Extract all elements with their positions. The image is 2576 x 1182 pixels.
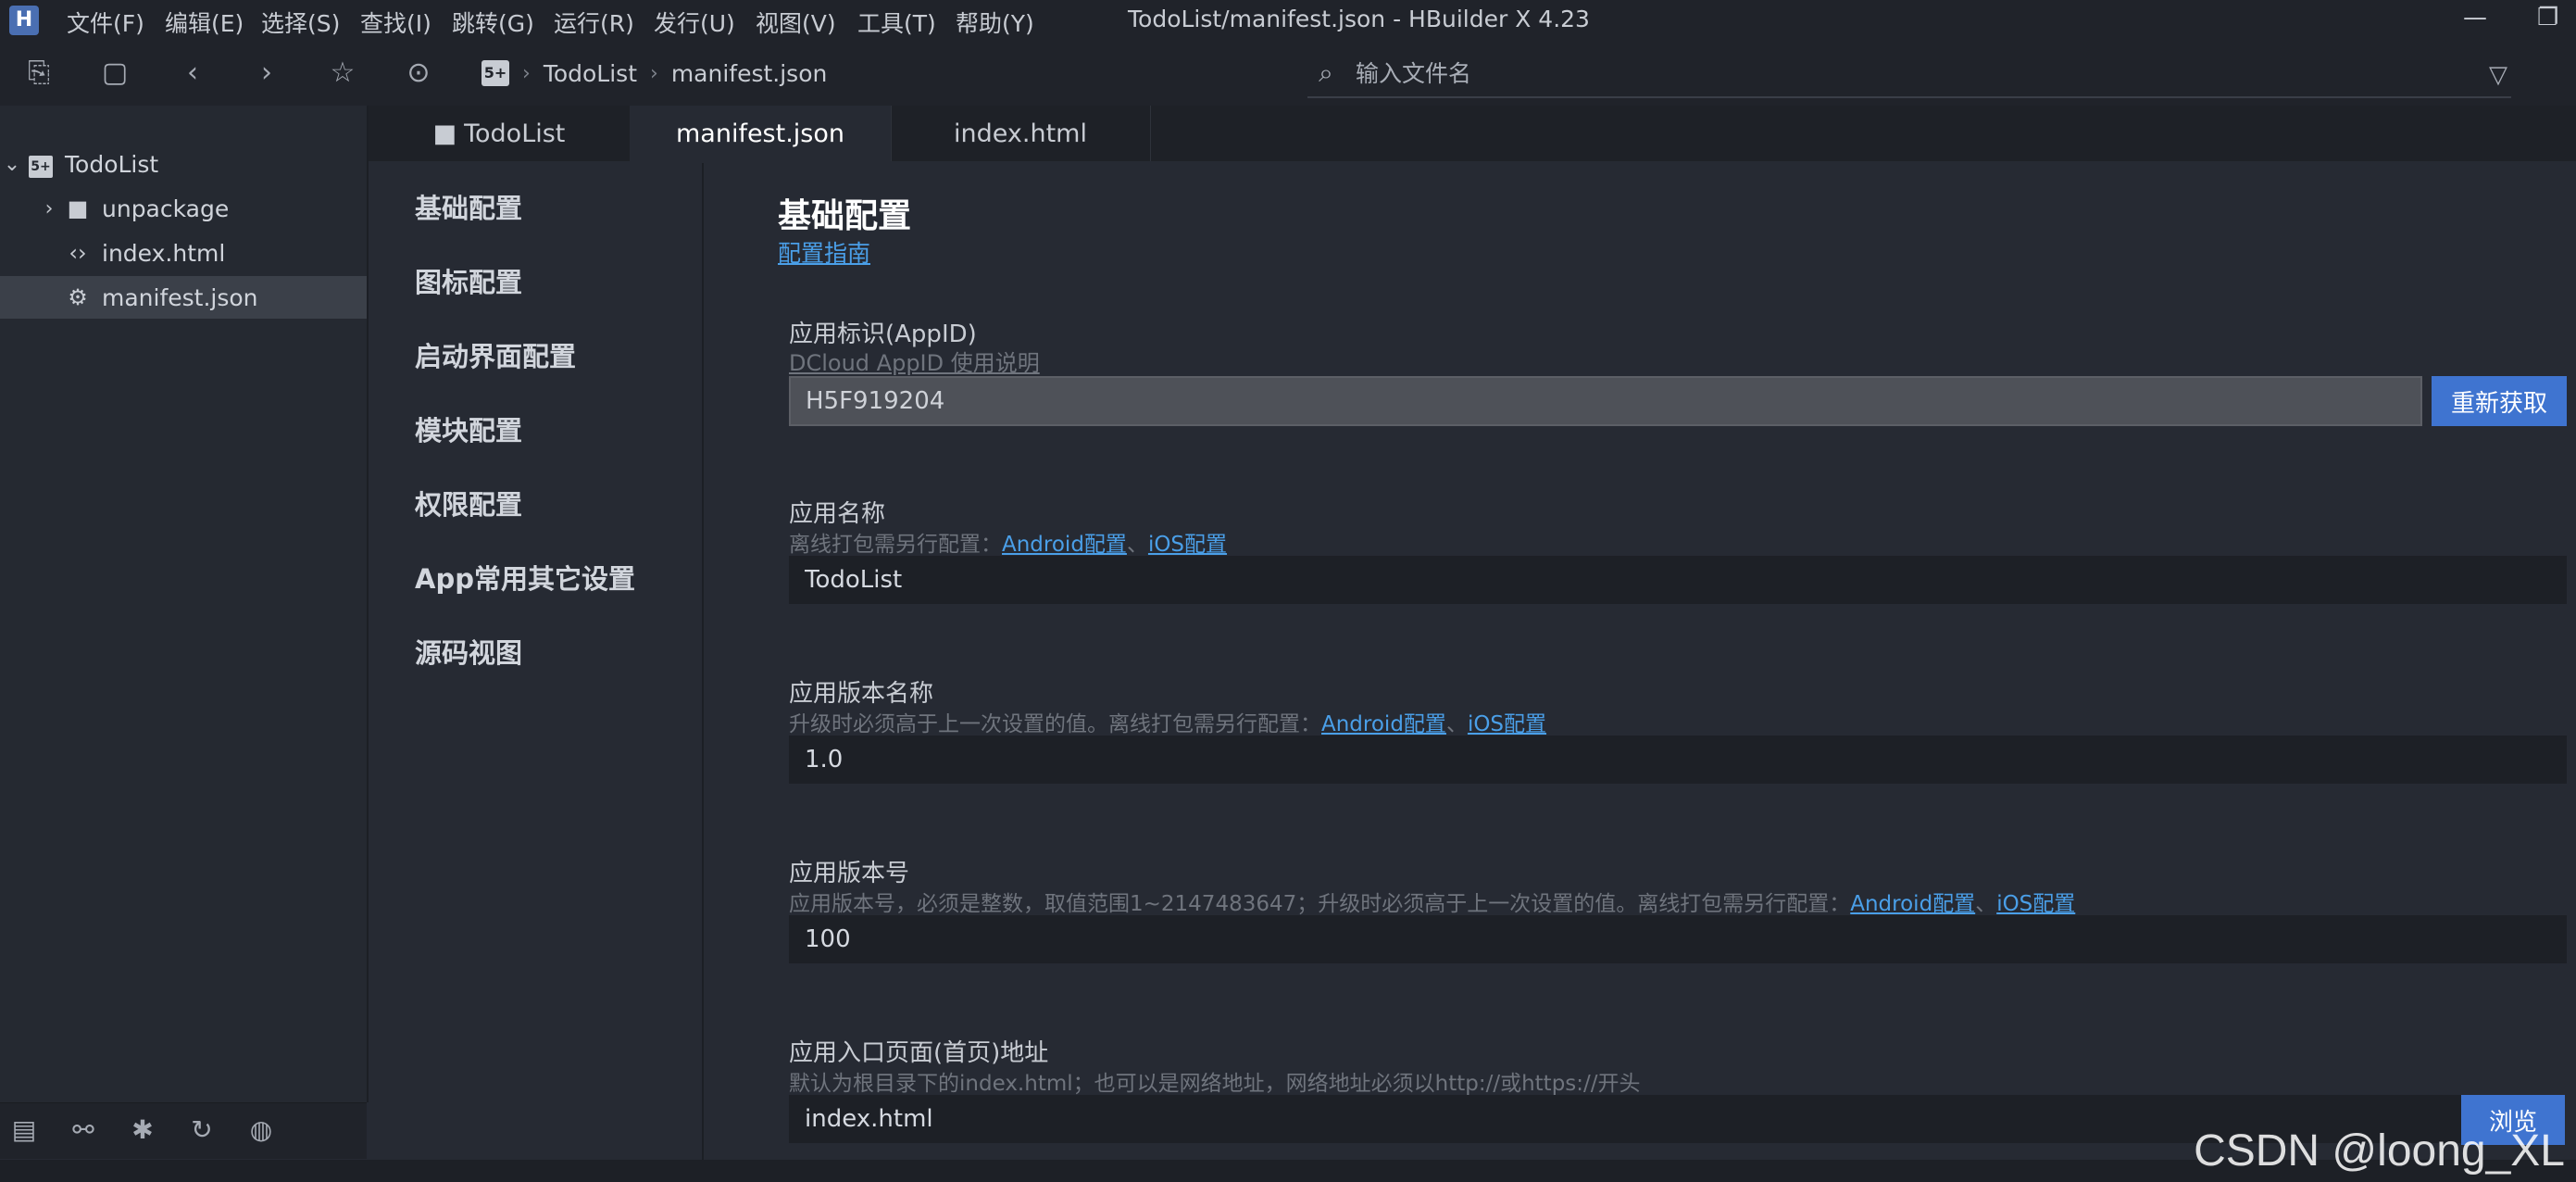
- search-input[interactable]: [1354, 58, 2283, 88]
- android-config-link[interactable]: Android配置: [1850, 892, 1975, 916]
- project-tree: ⌄ 5+ TodoList › ■ unpackage ‹› index.htm…: [0, 106, 369, 1102]
- chevron-right-icon: ›: [650, 61, 658, 85]
- maximize-icon[interactable]: ❐: [2537, 4, 2558, 31]
- ios-config-link[interactable]: iOS配置: [1468, 712, 1546, 736]
- breadcrumb-project[interactable]: TodoList: [544, 60, 637, 87]
- menu-publish[interactable]: 发行(U): [654, 6, 735, 39]
- tab-index-html[interactable]: index.html: [891, 106, 1151, 161]
- version-code-field[interactable]: [789, 915, 2567, 963]
- code-file-icon: ‹›: [69, 240, 87, 266]
- toolbar: ⎘ ▢ ‹ › ☆ ⊙ 5+ › TodoList › manifest.jso…: [0, 41, 2576, 107]
- version-name-desc: 升级时必须高于上一次设置的值。离线打包需另行配置：Android配置、iOS配置: [789, 712, 1547, 736]
- nav-source-view[interactable]: 源码视图: [415, 632, 522, 671]
- appid-help-link[interactable]: DCloud AppID 使用说明: [789, 345, 1040, 377]
- config-content: 基础配置 配置指南 应用标识(AppID) DCloud AppID 使用说明 …: [704, 163, 2576, 1163]
- chevron-right-icon[interactable]: ›: [37, 197, 61, 220]
- chevron-down-icon[interactable]: ⌄: [0, 153, 24, 176]
- app-name-field[interactable]: [789, 556, 2567, 604]
- section-title: 基础配置: [778, 197, 912, 235]
- plugin-icon[interactable]: ◍: [243, 1114, 280, 1148]
- menu-bar: H 文件(F) 编辑(E) 选择(S) 查找(I) 跳转(G) 运行(R) 发行…: [0, 0, 2576, 41]
- tree-item-unpackage[interactable]: › ■ unpackage: [0, 187, 367, 230]
- config-guide-link[interactable]: 配置指南: [778, 235, 870, 269]
- back-icon[interactable]: ‹: [174, 54, 211, 91]
- version-name-field[interactable]: [789, 736, 2567, 784]
- tab-todolist[interactable]: ■ TodoList: [369, 106, 631, 161]
- nav-basic-config[interactable]: 基础配置: [415, 187, 522, 226]
- ios-config-link[interactable]: iOS配置: [1148, 533, 1227, 557]
- menu-edit[interactable]: 编辑(E): [165, 6, 244, 39]
- new-file-icon[interactable]: ⎘: [20, 54, 57, 91]
- tree-item-label: index.html: [102, 239, 226, 267]
- tree-item-label: unpackage: [102, 195, 230, 222]
- settings-file-icon: ⚙: [68, 284, 88, 310]
- watermark: CSDN @loong_XL: [2194, 1126, 2565, 1176]
- project-logo-icon: 5+: [29, 156, 53, 178]
- debug-icon[interactable]: ✱: [124, 1114, 161, 1148]
- star-icon[interactable]: ☆: [324, 54, 361, 91]
- menu-goto[interactable]: 跳转(G): [452, 6, 534, 39]
- folder-icon: ■: [67, 195, 89, 221]
- regenerate-appid-button[interactable]: 重新获取: [2432, 376, 2567, 426]
- project-logo-icon: 5+: [481, 60, 509, 86]
- run-icon[interactable]: ⊙: [400, 54, 437, 91]
- tree-item-index-html[interactable]: ‹› index.html: [0, 232, 367, 274]
- app-name-label: 应用名称: [789, 500, 886, 528]
- android-config-link[interactable]: Android配置: [1321, 712, 1446, 736]
- chevron-right-icon: ›: [522, 61, 531, 85]
- tree-item-label: TodoList: [65, 150, 159, 178]
- menu-select[interactable]: 选择(S): [261, 6, 340, 39]
- nav-app-other-settings[interactable]: App常用其它设置: [415, 558, 635, 597]
- nav-module-config[interactable]: 模块配置: [415, 409, 522, 448]
- explorer-icon[interactable]: ▤: [6, 1114, 43, 1148]
- search-file-icon: ⌕: [1319, 57, 1333, 88]
- app-name-desc: 离线打包需另行配置：Android配置、iOS配置: [789, 533, 1228, 557]
- nav-permission-config[interactable]: 权限配置: [415, 484, 522, 522]
- tree-item-project[interactable]: ⌄ 5+ TodoList: [0, 143, 367, 185]
- menu-run[interactable]: 运行(R): [554, 6, 634, 39]
- nav-icon-config[interactable]: 图标配置: [415, 261, 522, 300]
- breadcrumb: 5+ › TodoList › manifest.json: [481, 41, 827, 106]
- editor-tabs: ■ TodoList manifest.json index.html: [369, 106, 2576, 161]
- menu-view[interactable]: 视图(V): [756, 6, 836, 39]
- git-icon[interactable]: ↻: [183, 1114, 220, 1148]
- save-icon[interactable]: ▢: [96, 54, 133, 91]
- nav-splash-config[interactable]: 启动界面配置: [415, 335, 576, 374]
- window-title: TodoList/manifest.json - HBuilder X 4.23: [1128, 6, 1590, 32]
- menu-tools[interactable]: 工具(T): [857, 6, 936, 39]
- file-search: ⌕: [1307, 50, 2511, 98]
- status-bar: [0, 1160, 2576, 1182]
- app-logo-icon: H: [9, 6, 39, 35]
- ios-config-link[interactable]: iOS配置: [1996, 892, 2075, 916]
- tree-item-manifest-json[interactable]: ⚙ manifest.json: [0, 276, 367, 319]
- appid-field[interactable]: [789, 376, 2422, 426]
- sidebar-bottom-bar: ▤ ⚯ ✱ ↻ ◍: [0, 1102, 367, 1159]
- tab-manifest-json[interactable]: manifest.json: [630, 106, 892, 161]
- binoculars-icon[interactable]: ⚯: [65, 1114, 102, 1148]
- entry-page-desc: 默认为根目录下的index.html；也可以是网络地址，网络地址必须以http:…: [789, 1072, 1641, 1096]
- tree-item-label: manifest.json: [102, 283, 258, 311]
- filter-icon[interactable]: ▽: [2489, 61, 2507, 89]
- menu-file[interactable]: 文件(F): [67, 6, 144, 39]
- version-code-label: 应用版本号: [789, 860, 910, 887]
- menu-find[interactable]: 查找(I): [360, 6, 431, 39]
- menu-help[interactable]: 帮助(Y): [956, 6, 1034, 39]
- forward-icon[interactable]: ›: [248, 54, 285, 91]
- config-nav: 基础配置 图标配置 启动界面配置 模块配置 权限配置 App常用其它设置 源码视…: [369, 163, 704, 1163]
- folder-icon: ■: [432, 119, 457, 148]
- breadcrumb-file[interactable]: manifest.json: [671, 60, 828, 87]
- version-code-desc: 应用版本号，必须是整数，取值范围1~2147483647；升级时必须高于上一次设…: [789, 892, 2076, 916]
- minimize-icon[interactable]: —: [2463, 4, 2487, 31]
- entry-page-label: 应用入口页面(首页)地址: [789, 1039, 1049, 1067]
- android-config-link[interactable]: Android配置: [1002, 533, 1127, 557]
- version-name-label: 应用版本名称: [789, 680, 934, 708]
